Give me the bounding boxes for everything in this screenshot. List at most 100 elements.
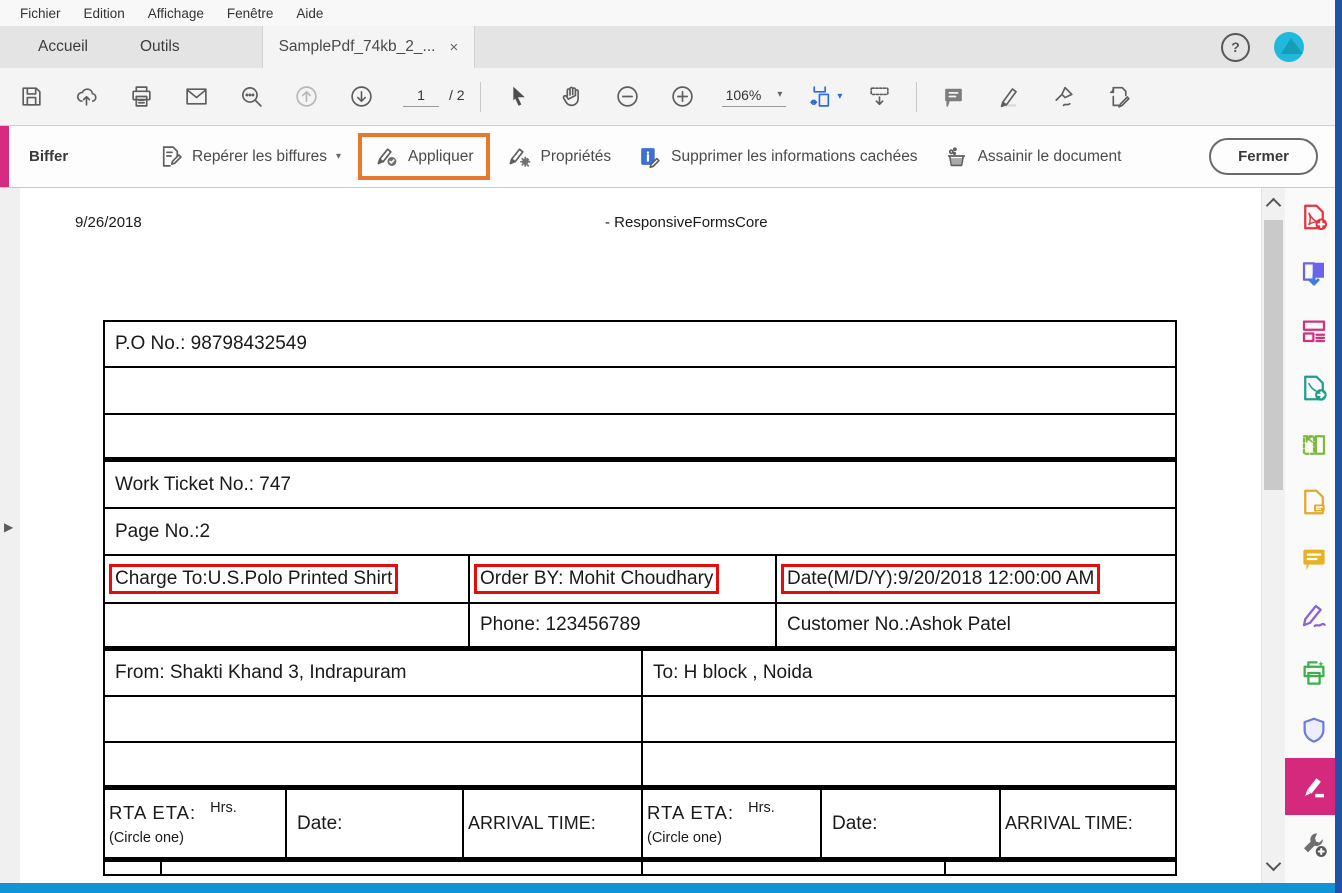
shield-icon (1303, 717, 1324, 743)
acrobat-window: Fichier Edition Affichage Fenêtre Aide A… (0, 0, 1342, 893)
zoom-in-icon (671, 86, 693, 107)
tool-fill-sign[interactable] (1285, 587, 1342, 644)
empty-cell (946, 862, 1175, 874)
mark-for-redaction-button[interactable]: Repérer les biffures ▾ (158, 144, 341, 169)
sanitize-document-button[interactable]: Assainir le document (944, 144, 1122, 169)
redaction-mark[interactable]: Order BY: Mohit Choudhary (474, 564, 720, 594)
tool-print-production[interactable] (1285, 644, 1342, 701)
tab-document[interactable]: SamplePdf_74kb_2_... × (261, 26, 476, 68)
print-icon (132, 86, 151, 107)
apply-redactions-highlight-box: Appliquer (358, 133, 490, 180)
redaction-mark[interactable]: Charge To:U.S.Polo Printed Shirt (109, 564, 399, 594)
toolbar-divider (916, 81, 918, 112)
avatar[interactable] (1274, 32, 1304, 62)
tool-comment[interactable] (1285, 530, 1342, 587)
tool-create-pdf[interactable] (1285, 188, 1342, 245)
po-number-value: P.O No.: 98798432549 (115, 333, 307, 354)
tab-accueil[interactable]: Accueil (12, 26, 114, 68)
zoom-level-dropdown[interactable]: 106% ▾ (721, 87, 787, 107)
zoom-in-button[interactable] (655, 84, 710, 109)
menu-aide[interactable]: Aide (288, 6, 338, 21)
main-toolbar: / 2 106% ▾ ▾ (0, 68, 1342, 126)
search-zoom-button[interactable] (224, 84, 279, 109)
email-button[interactable] (169, 84, 224, 109)
remove-hidden-info-icon (641, 148, 660, 169)
redact-marker-icon (1304, 777, 1324, 797)
empty-cell (105, 862, 162, 874)
next-page-button[interactable] (334, 84, 389, 109)
empty-cell (105, 368, 1175, 413)
tool-protect[interactable] (1285, 701, 1342, 758)
arrival-time-label: ARRIVAL TIME: (1005, 813, 1133, 833)
help-icon[interactable]: ? (1221, 32, 1250, 62)
empty-cell (105, 697, 643, 741)
next-page-icon (351, 86, 372, 107)
print-production-icon (1303, 660, 1324, 685)
toolbar-divider (479, 81, 481, 112)
vertical-scrollbar[interactable] (1261, 188, 1285, 883)
rta-eta-cell: RTA ETA: Hrs. (Circle one) (105, 790, 287, 857)
highlight-tool-button[interactable] (981, 84, 1036, 109)
tool-export-pdf[interactable] (1285, 245, 1342, 302)
page-display-mode-button[interactable]: ▾ (808, 84, 842, 109)
document-viewport[interactable]: 9/26/2018 - ResponsiveFormsCore P.O No.:… (20, 188, 1261, 883)
navigation-pane-strip: ▶ (0, 188, 20, 883)
tool-convert-pdf[interactable] (1285, 359, 1342, 416)
table-row (105, 697, 1175, 743)
close-redact-button[interactable]: Fermer (1209, 138, 1318, 175)
scroll-up-icon[interactable] (1265, 197, 1282, 214)
tab-document-label: SamplePdf_74kb_2_... (278, 38, 436, 55)
cloud-upload-button[interactable] (59, 84, 114, 109)
print-button[interactable] (114, 84, 169, 109)
menu-fenetre[interactable]: Fenêtre (219, 6, 289, 21)
customize-toolbar-button[interactable] (852, 84, 907, 109)
save-button[interactable] (4, 84, 59, 109)
tab-outils-label: Outils (139, 38, 180, 55)
save-icon (22, 87, 41, 106)
convert-pdf-icon (1303, 375, 1327, 401)
export-pdf-icon (1302, 261, 1324, 285)
search-zoom-icon (242, 87, 262, 107)
nav-pane-toggle-icon[interactable]: ▶ (4, 520, 13, 534)
charge-to-value: Charge To:U.S.Polo Printed Shirt (115, 568, 393, 589)
select-tool-button[interactable] (490, 84, 545, 109)
tool-more-tools[interactable] (1285, 815, 1342, 872)
menu-edition[interactable]: Edition (76, 6, 140, 21)
cursor-icon (512, 86, 525, 106)
menu-affichage[interactable]: Affichage (140, 6, 219, 21)
empty-cell (643, 743, 1175, 785)
table-row: From: Shakti Khand 3, Indrapuram To: H b… (105, 651, 1175, 697)
scroll-down-icon[interactable] (1265, 855, 1282, 872)
empty-cell (105, 604, 470, 646)
close-tab-icon[interactable]: × (449, 39, 458, 56)
tab-outils[interactable]: Outils (114, 26, 206, 68)
edit-pdf-icon (1302, 320, 1325, 342)
fill-sign-icon (1110, 86, 1131, 108)
table-row: Phone: 123456789 Customer No.:Ashok Pate… (105, 604, 1175, 651)
tool-request-signatures[interactable] (1285, 473, 1342, 530)
previous-page-button[interactable] (279, 84, 334, 109)
hand-tool-button[interactable] (545, 84, 600, 109)
email-icon (186, 88, 207, 105)
tool-organize-pages[interactable] (1285, 416, 1342, 473)
page-number-input[interactable] (403, 86, 439, 107)
remove-hidden-info-button[interactable]: Supprimer les informations cachées (637, 144, 918, 169)
tool-edit-pdf[interactable] (1285, 302, 1342, 359)
scrollbar-thumb[interactable] (1264, 220, 1283, 490)
redaction-properties-button[interactable]: Propriétés (507, 144, 611, 169)
table-row: Work Ticket No.: 747 (105, 462, 1175, 509)
cloud-upload-icon (76, 88, 97, 106)
tool-redact[interactable] (1285, 758, 1342, 815)
mark-redactions-icon (162, 146, 182, 167)
zoom-out-button[interactable] (600, 84, 655, 109)
fill-sign-tool-button[interactable] (1091, 84, 1146, 109)
zoom-out-icon (616, 86, 638, 107)
highlighter-icon (1001, 88, 1018, 108)
apply-redactions-button[interactable]: Appliquer (374, 144, 474, 169)
sanitize-document-label: Assainir le document (977, 147, 1122, 165)
redact-toolbar: Biffer Repérer les biffures ▾ Appliquer … (0, 126, 1342, 188)
menu-fichier[interactable]: Fichier (12, 6, 76, 21)
redaction-mark[interactable]: Date(M/D/Y):9/20/2018 12:00:00 AM (781, 564, 1101, 594)
sign-tool-button[interactable] (1036, 84, 1091, 109)
comment-tool-button[interactable] (926, 84, 981, 109)
